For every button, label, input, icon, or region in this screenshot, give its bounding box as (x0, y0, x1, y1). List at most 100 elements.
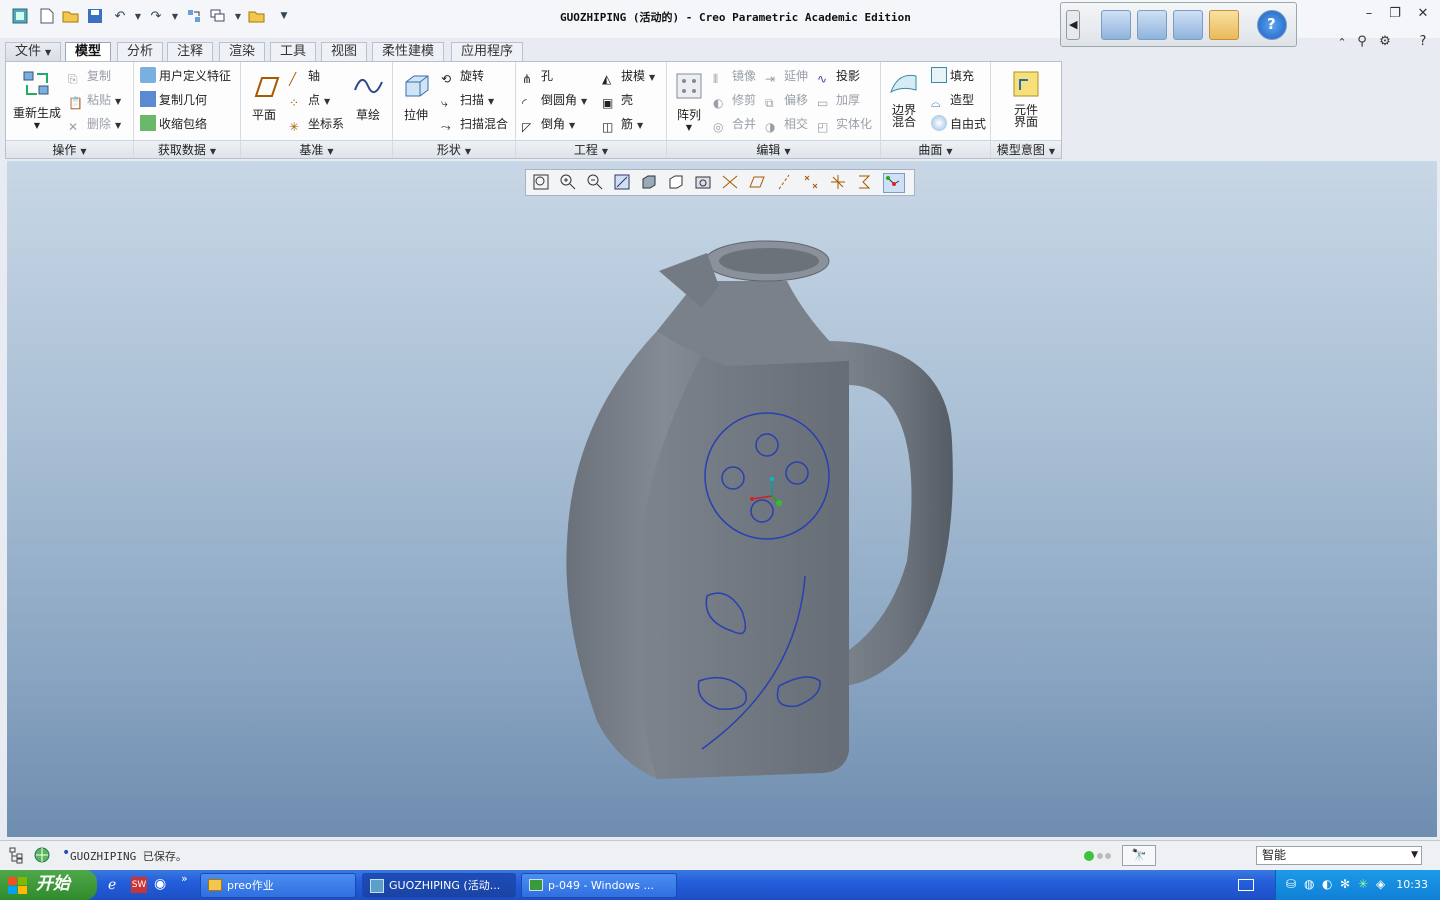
new-file-icon[interactable] (37, 6, 57, 26)
back-arrow-icon[interactable]: ◀ (1066, 10, 1080, 40)
zoom-in-icon[interactable] (559, 173, 581, 193)
customize-toolbar-icon[interactable]: ▼ (274, 6, 294, 26)
copy-button[interactable]: ⎘ 复制 (68, 66, 111, 86)
saved-orientations-icon[interactable] (667, 173, 689, 193)
tray-volume-icon[interactable]: ◐ (1322, 877, 1332, 891)
point-button[interactable]: ⁘ 点 ▼ (289, 90, 330, 110)
chamfer-button[interactable]: ◸ 倒角 ▼ (522, 114, 575, 134)
tray-app-icon[interactable]: ✳ (1358, 877, 1368, 891)
extrude-button[interactable]: 拉伸 (399, 70, 433, 123)
minimize-button[interactable]: – (1358, 6, 1380, 24)
tab-file[interactable]: 文件 ▼ (5, 42, 62, 62)
shrinkwrap-button[interactable]: 收缩包络 (140, 114, 207, 134)
filter-dropdown-icon[interactable]: ▼ (1411, 847, 1418, 864)
tray-security-icon[interactable]: ◍ (1304, 877, 1314, 891)
udf-button[interactable]: 用户定义特征 (140, 66, 231, 86)
tab-tools[interactable]: 工具 (270, 42, 317, 62)
rib-button[interactable]: ◫ 筋 ▼ (602, 114, 643, 134)
redo-icon[interactable]: ↷ (146, 6, 166, 26)
paste-button[interactable]: 📋 粘贴 ▼ (68, 90, 121, 110)
regenerate-button[interactable]: 重新生成 ▼ (10, 68, 64, 130)
zoom-out-icon[interactable] (586, 173, 608, 193)
undo-dropdown-icon[interactable]: ▼ (128, 6, 148, 26)
tab-analysis[interactable]: 分析 (117, 42, 164, 62)
export-icon[interactable] (1209, 10, 1239, 40)
taskbar-item-folder[interactable]: preo作业 (200, 873, 356, 898)
perspective-view-icon[interactable] (721, 173, 743, 193)
freestyle-button[interactable]: 自由式 (931, 114, 986, 134)
draft-button[interactable]: ◭ 拔模 ▼ (602, 66, 655, 86)
quicklaunch-overflow-icon[interactable]: » (181, 872, 188, 885)
group-label-get-data[interactable]: 获取数据 ▼ (134, 140, 240, 158)
group-label-datum[interactable]: 基准 ▼ (241, 140, 392, 158)
group-label-engineering[interactable]: 工程 ▼ (516, 140, 666, 158)
delete-button[interactable]: ✕ 删除 ▼ (68, 114, 121, 134)
tab-render[interactable]: 渲染 (219, 42, 266, 62)
regenerate-quick-icon[interactable] (184, 6, 204, 26)
intersect-button[interactable]: ◑ 相交 (765, 114, 808, 134)
resource-center-icon[interactable] (1101, 10, 1131, 40)
group-label-editing[interactable]: 编辑 ▼ (667, 140, 880, 158)
tray-drive-icon[interactable]: ◈ (1376, 877, 1385, 891)
hole-button[interactable]: ⋔ 孔 (522, 66, 553, 86)
open-file-icon[interactable] (61, 6, 81, 26)
axis-button[interactable]: ╱ 轴 (289, 66, 320, 86)
annotation-display-icon[interactable] (856, 173, 878, 193)
windows-dropdown-icon[interactable]: ▼ (228, 6, 248, 26)
point-display-icon[interactable] (802, 173, 824, 193)
find-icon[interactable]: 🔭 (1122, 845, 1156, 866)
redo-dropdown-icon[interactable]: ▼ (165, 6, 185, 26)
tab-annotate[interactable]: 注释 (167, 42, 214, 62)
save-icon[interactable] (85, 6, 105, 26)
close-window-icon[interactable] (247, 6, 267, 26)
solidify-button[interactable]: ◰ 实体化 (817, 114, 872, 134)
solidworks-quicklaunch-icon[interactable]: SW (131, 877, 147, 893)
keyboard-icon[interactable] (1238, 879, 1254, 891)
browser-toggle-icon[interactable] (33, 846, 53, 866)
round-button[interactable]: ◜ 倒圆角 ▼ (522, 90, 587, 110)
clock[interactable]: 10:33 (1396, 878, 1428, 891)
jug-model[interactable] (7, 161, 1437, 837)
boundary-blend-button[interactable]: 边界 混合 (885, 68, 923, 128)
group-label-model-intent[interactable]: 模型意图 ▼ (991, 140, 1061, 158)
model-tree-toggle-icon[interactable] (8, 846, 28, 866)
ie-quicklaunch-icon[interactable]: ℯ (108, 877, 116, 893)
creo-quicklaunch-icon[interactable]: ◉ (154, 876, 166, 892)
component-interface-button[interactable]: 元件 界面 (1003, 68, 1049, 128)
group-label-operations[interactable]: 操作 ▼ (6, 140, 133, 158)
pattern-dropdown-icon[interactable]: ▼ (671, 123, 707, 132)
close-button[interactable]: ✕ (1412, 6, 1434, 24)
plane-display-icon[interactable] (748, 173, 770, 193)
swept-blend-button[interactable]: ⤳ 扫描混合 (441, 114, 508, 134)
extend-button[interactable]: ⇥ 延伸 (765, 66, 808, 86)
thicken-button[interactable]: ▭ 加厚 (817, 90, 860, 110)
csys-button[interactable]: ✳ 坐标系 (289, 114, 344, 134)
trim-button[interactable]: ◐ 修剪 (713, 90, 756, 110)
regenerate-dropdown-icon[interactable]: ▼ (10, 121, 64, 130)
fill-button[interactable]: 填充 (931, 66, 974, 86)
group-label-shapes[interactable]: 形状 ▼ (393, 140, 515, 158)
mirror-button[interactable]: ⫴ 镜像 (713, 66, 756, 86)
group-label-surfaces[interactable]: 曲面 ▼ (881, 140, 990, 158)
revolve-button[interactable]: ⟲ 旋转 (441, 66, 484, 86)
taskbar-item-image-viewer[interactable]: p-049 - Windows ... (521, 873, 677, 898)
refit-icon[interactable] (532, 173, 554, 193)
csys-display-icon[interactable] (829, 173, 851, 193)
graphics-viewport[interactable] (7, 161, 1437, 837)
style-button[interactable]: ⌓ 造型 (931, 90, 974, 110)
spin-center-icon[interactable] (883, 173, 905, 193)
copy-geometry-button[interactable]: 复制几何 (140, 90, 207, 110)
restore-button[interactable]: ❐ (1384, 6, 1406, 24)
view-manager-icon[interactable] (694, 173, 716, 193)
repaint-icon[interactable] (613, 173, 635, 193)
tab-view[interactable]: 视图 (321, 42, 368, 62)
taskbar-item-creo[interactable]: GUOZHIPING (活动... (362, 873, 516, 898)
project-button[interactable]: ∿ 投影 (817, 66, 860, 86)
shell-button[interactable]: ▣ 壳 (602, 90, 633, 110)
help-icon[interactable]: ? (1257, 10, 1287, 40)
sketch-button[interactable]: 草绘 (349, 70, 387, 123)
display-style-icon[interactable] (640, 173, 662, 193)
tab-flexible-modeling[interactable]: 柔性建模 (372, 42, 445, 62)
windows-icon[interactable] (208, 6, 228, 26)
offset-button[interactable]: ⧉ 偏移 (765, 90, 808, 110)
